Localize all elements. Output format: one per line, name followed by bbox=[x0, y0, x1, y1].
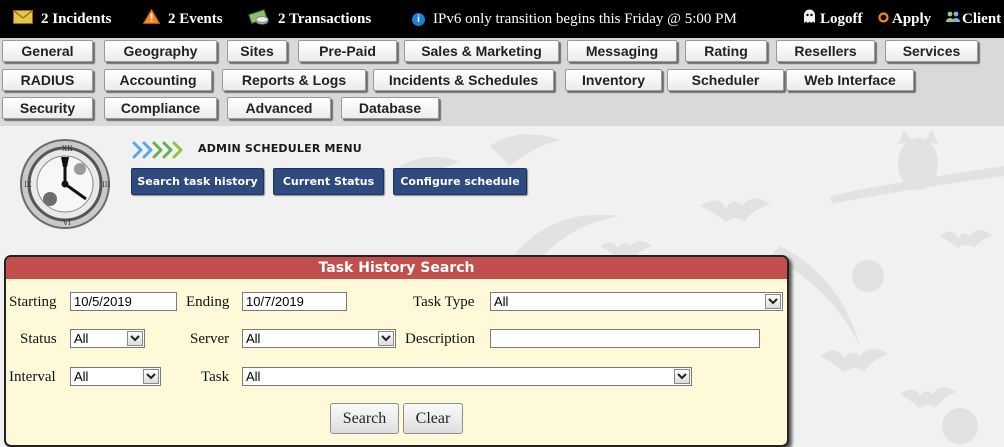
client-label: Client bbox=[962, 10, 1002, 27]
panel-title: Task History Search bbox=[6, 257, 787, 279]
svg-text:XII: XII bbox=[62, 145, 73, 153]
tab-pre-paid[interactable]: Pre-Paid bbox=[298, 40, 397, 62]
tab-geography[interactable]: Geography bbox=[104, 40, 217, 62]
interval-value: All bbox=[74, 369, 89, 384]
ending-label: Ending bbox=[186, 294, 230, 310]
tab-incidents-schedules[interactable]: Incidents & Schedules bbox=[373, 69, 554, 91]
interval-label: Interval bbox=[9, 369, 56, 385]
tab-sites[interactable]: Sites bbox=[227, 40, 287, 62]
scheduler-clock-icon: XII III VI IX bbox=[20, 139, 111, 229]
logoff-button[interactable]: Logoff bbox=[803, 0, 863, 38]
tab-compliance[interactable]: Compliance bbox=[104, 97, 217, 119]
tab-rating[interactable]: Rating bbox=[685, 40, 767, 62]
tab-accounting[interactable]: Accounting bbox=[104, 69, 212, 91]
tab-security[interactable]: Security bbox=[2, 97, 93, 119]
tab-services[interactable]: Services bbox=[885, 40, 978, 62]
apply-button[interactable]: Apply bbox=[878, 0, 931, 38]
status-select[interactable]: All bbox=[70, 329, 145, 348]
incidents-label: 2 Incidents bbox=[41, 10, 112, 27]
ghost-icon bbox=[803, 9, 816, 29]
starting-label: Starting bbox=[9, 294, 57, 310]
tab-advanced[interactable]: Advanced bbox=[227, 97, 331, 119]
tab-database[interactable]: Database bbox=[341, 97, 439, 119]
clear-button[interactable]: Clear bbox=[403, 403, 463, 434]
starting-date-field[interactable] bbox=[70, 292, 177, 311]
content-area: XII III VI IX ADMIN SCHEDULER MENU Searc… bbox=[0, 126, 1004, 447]
chevron-down-icon bbox=[674, 369, 690, 384]
tab-radius[interactable]: RADIUS bbox=[2, 69, 93, 91]
svg-text:IX: IX bbox=[24, 181, 32, 189]
transactions-link[interactable]: 2 Transactions bbox=[248, 0, 371, 38]
envelope-icon bbox=[13, 9, 33, 29]
chevron-down-icon bbox=[127, 331, 143, 346]
task-label: Task bbox=[201, 369, 230, 385]
status-value: All bbox=[74, 331, 89, 346]
info-icon: i bbox=[412, 12, 425, 26]
current-status-button[interactable]: Current Status bbox=[273, 168, 384, 195]
status-label: Status bbox=[20, 331, 57, 347]
task-type-select[interactable]: All bbox=[490, 292, 783, 311]
money-icon bbox=[248, 8, 270, 30]
tab-web-interface[interactable]: Web Interface bbox=[786, 69, 914, 91]
tab-sales-marketing[interactable]: Sales & Marketing bbox=[404, 40, 559, 62]
system-notice[interactable]: i IPv6 only transition begins this Frida… bbox=[412, 0, 737, 38]
chevrons-right-icon bbox=[132, 141, 183, 159]
svg-text:III: III bbox=[102, 181, 111, 189]
transactions-label: 2 Transactions bbox=[278, 10, 372, 27]
task-type-label: Task Type bbox=[413, 294, 475, 310]
chevron-down-icon bbox=[378, 331, 394, 346]
warning-icon bbox=[142, 8, 161, 29]
tab-scheduler[interactable]: Scheduler bbox=[667, 69, 784, 91]
interval-select[interactable]: All bbox=[70, 367, 161, 386]
logoff-label: Logoff bbox=[820, 10, 863, 27]
search-task-history-button[interactable]: Search task history bbox=[131, 168, 264, 195]
menu-title: ADMIN SCHEDULER MENU bbox=[198, 142, 362, 155]
ending-date-field[interactable] bbox=[242, 292, 347, 311]
chevron-down-icon bbox=[143, 369, 159, 384]
server-select[interactable]: All bbox=[242, 329, 396, 348]
task-value: All bbox=[246, 369, 261, 384]
chevron-down-icon bbox=[765, 294, 781, 309]
client-button[interactable]: Client bbox=[946, 0, 1001, 38]
svg-text:VI: VI bbox=[62, 219, 71, 227]
users-icon bbox=[946, 10, 960, 28]
description-field[interactable] bbox=[490, 329, 760, 348]
apply-label: Apply bbox=[892, 10, 932, 27]
tab-reports-logs[interactable]: Reports & Logs bbox=[222, 69, 366, 91]
description-label: Description bbox=[405, 331, 475, 347]
task-select[interactable]: All bbox=[242, 367, 692, 386]
server-label: Server bbox=[190, 331, 230, 347]
incidents-link[interactable]: 2 Incidents bbox=[13, 0, 111, 38]
tab-resellers[interactable]: Resellers bbox=[776, 40, 875, 62]
task-history-search-panel: Task History Search Starting Ending Task… bbox=[4, 255, 789, 447]
tab-inventory[interactable]: Inventory bbox=[565, 69, 662, 91]
events-label: 2 Events bbox=[168, 10, 223, 27]
tab-messaging[interactable]: Messaging bbox=[567, 40, 677, 62]
task-type-value: All bbox=[494, 294, 509, 309]
configure-schedule-button[interactable]: Configure schedule bbox=[393, 168, 527, 195]
events-link[interactable]: 2 Events bbox=[142, 0, 223, 38]
main-navigation: General Geography Sites Pre-Paid Sales &… bbox=[0, 38, 1004, 126]
tab-general[interactable]: General bbox=[2, 40, 93, 62]
search-button[interactable]: Search bbox=[330, 403, 399, 434]
apply-icon bbox=[878, 11, 889, 28]
top-status-bar: 2 Incidents 2 Events 2 Transactions i IP… bbox=[0, 0, 1004, 38]
notice-text: IPv6 only transition begins this Friday … bbox=[433, 10, 737, 27]
server-value: All bbox=[246, 331, 261, 346]
